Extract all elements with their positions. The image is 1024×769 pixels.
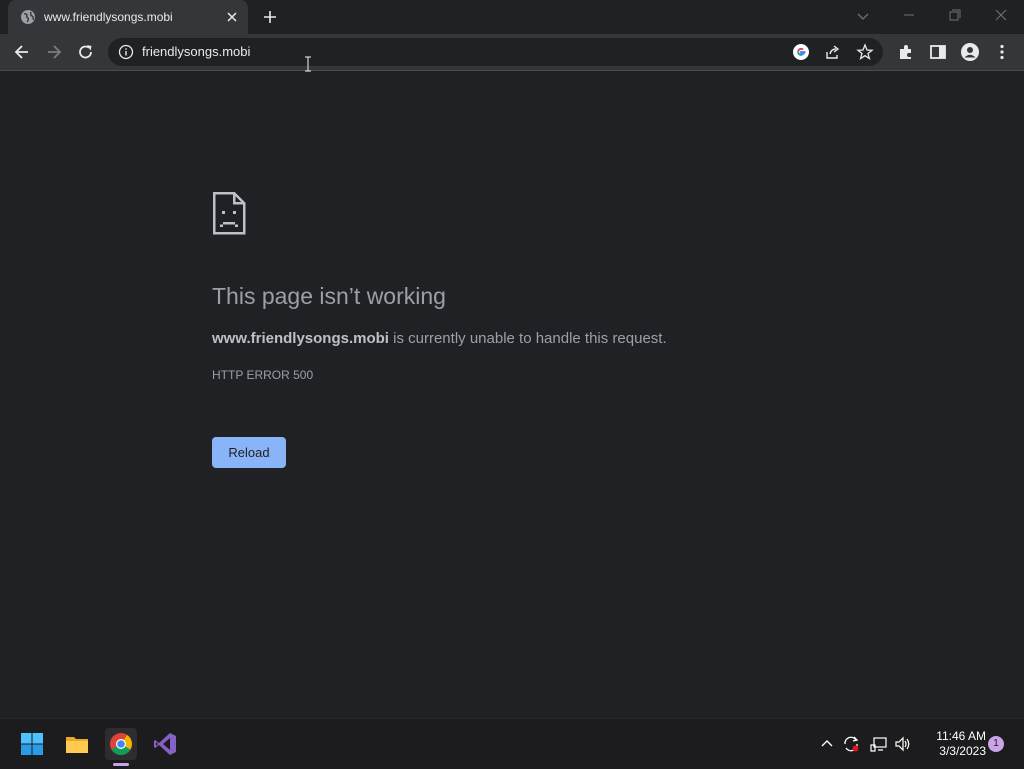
show-hidden-icons-chevron-icon[interactable] — [818, 735, 836, 753]
tab-strip: www.friendlysongs.mobi — [0, 0, 1024, 34]
tab-title: www.friendlysongs.mobi — [44, 10, 173, 24]
restore-icon[interactable] — [944, 6, 966, 26]
visual-studio-icon — [154, 733, 176, 755]
profile-icon[interactable] — [960, 42, 980, 62]
start-icon — [21, 733, 43, 755]
clock-time: 11:46 AM — [936, 729, 986, 743]
sync-icon[interactable] — [842, 735, 860, 753]
address-bar[interactable]: friendlysongs.mobi — [108, 38, 883, 66]
tab-search-icon[interactable] — [852, 6, 874, 26]
site-info-icon[interactable] — [118, 44, 134, 60]
reload-button[interactable]: Reload — [212, 437, 286, 468]
bookmark-star-icon[interactable] — [856, 43, 874, 61]
google-icon[interactable] — [792, 43, 810, 61]
active-app-indicator — [113, 763, 129, 766]
error-message-text: is currently unable to handle this reque… — [388, 330, 667, 347]
text-cursor-icon — [305, 56, 311, 72]
network-icon[interactable] — [870, 735, 888, 753]
new-tab-icon[interactable] — [260, 7, 280, 27]
error-code: HTTP ERROR 500 — [212, 368, 314, 382]
minimize-icon[interactable] — [898, 6, 920, 26]
file-explorer-button[interactable] — [61, 728, 93, 760]
side-panel-icon[interactable] — [928, 42, 948, 62]
url-text: friendlysongs.mobi — [142, 44, 251, 59]
volume-icon[interactable] — [894, 735, 912, 753]
error-message: www.friendlysongs.mobi is currently unab… — [212, 329, 667, 349]
chrome-taskbar-button[interactable] — [105, 728, 137, 760]
notification-badge[interactable]: 1 — [988, 736, 1004, 752]
browser-toolbar: friendlysongs.mobi — [0, 34, 1024, 71]
clock-date: 3/3/2023 — [939, 744, 986, 758]
reload-icon[interactable] — [76, 42, 96, 62]
error-page: This page isn’t working www.friendlysong… — [0, 71, 1024, 718]
share-icon[interactable] — [824, 43, 842, 61]
error-host: www.friendlysongs.mobi — [212, 330, 389, 347]
taskbar: 11:46 AM 3/3/2023 1 — [0, 718, 1024, 769]
extensions-puzzle-icon[interactable] — [896, 42, 916, 62]
sad-page-icon — [212, 191, 246, 235]
menu-kebab-icon[interactable] — [992, 42, 1012, 62]
file-explorer-icon — [66, 737, 88, 753]
close-window-icon[interactable] — [990, 6, 1012, 26]
start-button[interactable] — [16, 728, 48, 760]
visual-studio-button[interactable] — [149, 728, 181, 760]
close-tab-icon[interactable] — [224, 9, 240, 25]
error-heading: This page isn’t working — [212, 283, 446, 309]
forward-arrow-icon[interactable] — [44, 42, 64, 62]
globe-icon — [21, 10, 35, 24]
browser-tab[interactable]: www.friendlysongs.mobi — [8, 0, 248, 34]
system-clock[interactable]: 11:46 AM 3/3/2023 — [918, 729, 986, 759]
chrome-icon — [110, 733, 132, 755]
back-arrow-icon[interactable] — [12, 42, 32, 62]
